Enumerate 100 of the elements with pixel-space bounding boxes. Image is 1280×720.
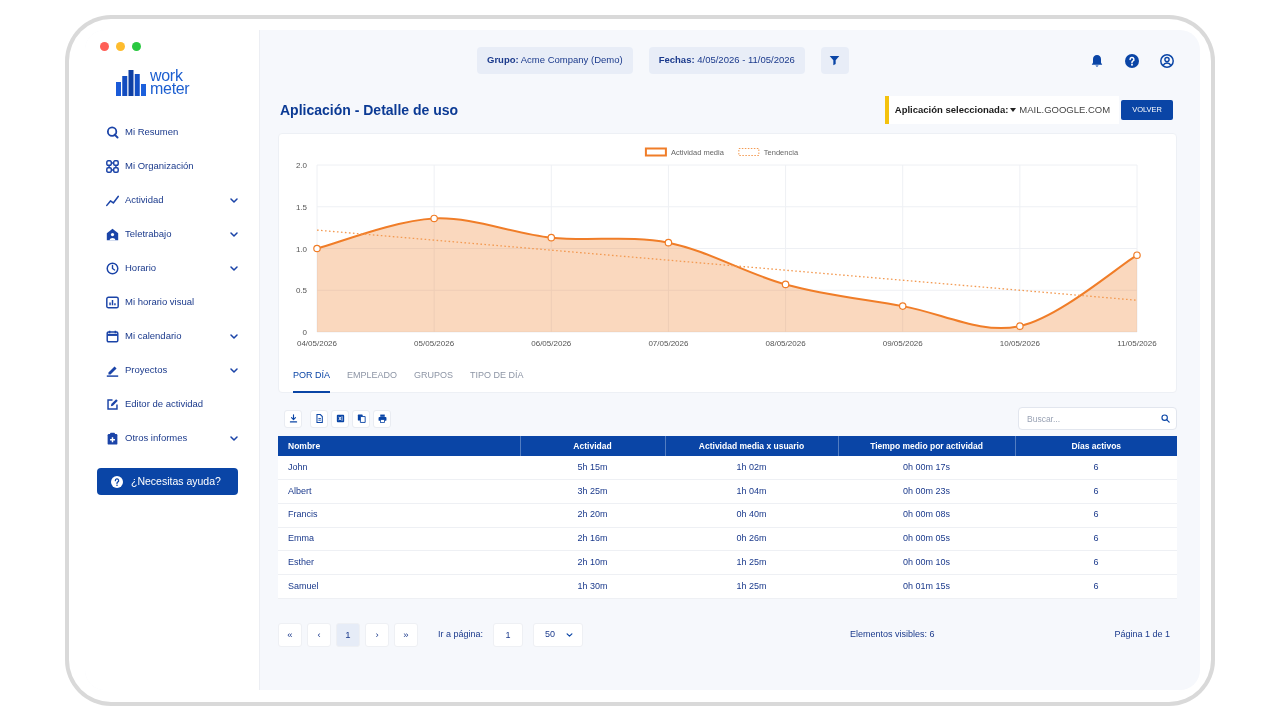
table-cell: 3h 25m <box>520 479 665 504</box>
first-page-button[interactable]: « <box>278 622 302 647</box>
copy-icon <box>356 414 366 423</box>
chevron-down-icon <box>230 265 238 271</box>
table-cell: John <box>278 456 520 480</box>
pencil-icon <box>106 363 119 377</box>
application-selector[interactable]: Aplicación seleccionada: MAIL.GOOGLE.COM <box>884 96 1120 124</box>
chevron-down-icon <box>230 333 238 339</box>
sidebar-item[interactable]: Actividad <box>85 183 259 217</box>
table-cell: 1h 25m <box>665 550 838 575</box>
search-field[interactable]: Buscar... <box>1018 407 1177 430</box>
sidebar-item[interactable]: Teletrabajo <box>85 217 259 251</box>
trend-line-icon <box>106 193 119 207</box>
house-icon <box>106 227 119 241</box>
caret-down-icon <box>1010 108 1017 112</box>
table-cell: 0h 00m 10s <box>838 550 1015 575</box>
table-cell: 0h 00m 17s <box>838 456 1015 480</box>
data-point <box>664 238 673 247</box>
table-cell: 1h 30m <box>520 574 665 599</box>
clipboard-plus-icon <box>106 431 119 445</box>
document-button[interactable] <box>310 409 328 428</box>
axis-tick-label: 09/05/2026 <box>882 339 923 348</box>
axis-tick-label: 04/05/2026 <box>297 339 337 348</box>
table-cell: Samuel <box>278 574 520 599</box>
visible-items-text: Elementos visibles: 6 <box>849 627 935 641</box>
sidebar-item[interactable]: Mi calendario <box>85 319 259 353</box>
axis-tick-label: 0 <box>302 328 307 337</box>
last-page-button[interactable]: » <box>394 622 418 647</box>
page-title: Aplicación - Detalle de uso <box>280 100 459 120</box>
funnel-icon <box>829 55 841 66</box>
table-cell: Albert <box>278 479 520 504</box>
table-cell: 1h 04m <box>665 479 838 504</box>
table-cell: 0h 01m 15s <box>838 574 1015 599</box>
filter-button[interactable] <box>820 47 849 74</box>
page-button[interactable]: 1 <box>336 622 360 647</box>
column-header[interactable]: Nombre <box>278 436 520 456</box>
previous-page-button[interactable]: ‹ <box>307 622 331 647</box>
table-cell: 6 <box>1015 527 1177 551</box>
sidebar-item[interactable]: Mi Resumen <box>85 115 259 149</box>
clock-icon <box>106 261 119 275</box>
sidebar-item[interactable]: Proyectos <box>85 353 259 387</box>
question-circle-icon <box>111 475 123 488</box>
next-page-button[interactable]: › <box>365 622 389 647</box>
sidebar-item[interactable]: Horario <box>85 251 259 285</box>
axis-tick-label: 10/05/2026 <box>999 339 1040 348</box>
sidebar-item[interactable]: Otros informes <box>85 421 259 455</box>
chevron-down-icon <box>230 367 238 373</box>
table-cell: 6 <box>1015 479 1177 504</box>
legend-swatch-icon <box>738 148 760 156</box>
chart-frame-icon <box>106 295 119 309</box>
filter-chip[interactable]: Grupo: Acme Company (Demo) <box>477 47 633 74</box>
download-icon <box>288 414 298 423</box>
user-icon[interactable] <box>1160 53 1174 68</box>
data-point <box>898 302 907 310</box>
data-point <box>1016 322 1024 330</box>
column-header[interactable]: Tiempo medio por actividad <box>838 436 1015 456</box>
table-cell: 0h 40m <box>665 503 838 528</box>
sidebar-item[interactable]: Editor de actividad <box>85 387 259 421</box>
column-header[interactable]: Actividad <box>520 436 665 456</box>
table-cell: 1h 02m <box>665 456 838 480</box>
filter-chip[interactable]: Fechas: 4/05/2026 - 11/05/2026 <box>648 47 805 74</box>
network-icon <box>106 159 119 173</box>
bell-icon[interactable] <box>1090 53 1104 68</box>
axis-tick-label: 1.5 <box>295 202 307 212</box>
table-cell: 0h 00m 08s <box>838 503 1015 528</box>
page-size-select[interactable]: 50 <box>533 622 584 647</box>
print-icon <box>377 414 387 423</box>
page-input[interactable]: 1 <box>493 622 524 647</box>
table-cell: Esther <box>278 550 520 575</box>
document-icon <box>314 414 324 423</box>
chevron-down-icon <box>566 632 574 637</box>
download-button[interactable] <box>284 409 302 428</box>
window-close-icon[interactable] <box>100 42 109 51</box>
axis-tick-label: 0.5 <box>295 286 307 296</box>
table-cell: 5h 15m <box>520 456 665 480</box>
chevron-down-icon <box>230 435 238 441</box>
data-point <box>781 280 790 289</box>
copy-button[interactable] <box>352 409 370 428</box>
sidebar-item[interactable]: Mi Organización <box>85 149 259 183</box>
table-cell: 6 <box>1015 456 1177 480</box>
table-cell: 6 <box>1015 574 1177 599</box>
column-header[interactable]: Actividad media x usuario <box>665 436 838 456</box>
axis-tick-label: 11/05/2026 <box>1117 339 1157 348</box>
search-icon <box>1161 414 1170 423</box>
chevron-down-icon <box>230 231 238 237</box>
table-cell: Francis <box>278 503 520 528</box>
logo-text: work meter <box>150 69 190 96</box>
print-button[interactable] <box>373 409 391 428</box>
page-info-text: Página 1 de 1 <box>1114 627 1170 641</box>
table-cell: 2h 10m <box>520 550 665 575</box>
bar-chart-logo-icon <box>116 70 146 96</box>
spreadsheet-button[interactable] <box>331 409 349 428</box>
table-cell: Emma <box>278 527 520 551</box>
data-point <box>1133 251 1141 259</box>
tab[interactable]: POR DÍA <box>293 360 330 393</box>
help-icon[interactable] <box>1125 53 1139 68</box>
data-point <box>547 233 556 242</box>
sidebar-item[interactable]: Mi horario visual <box>85 285 259 319</box>
help-button[interactable]: ¿Necesitas ayuda? <box>97 468 238 495</box>
column-header[interactable]: Días activos <box>1015 436 1177 456</box>
